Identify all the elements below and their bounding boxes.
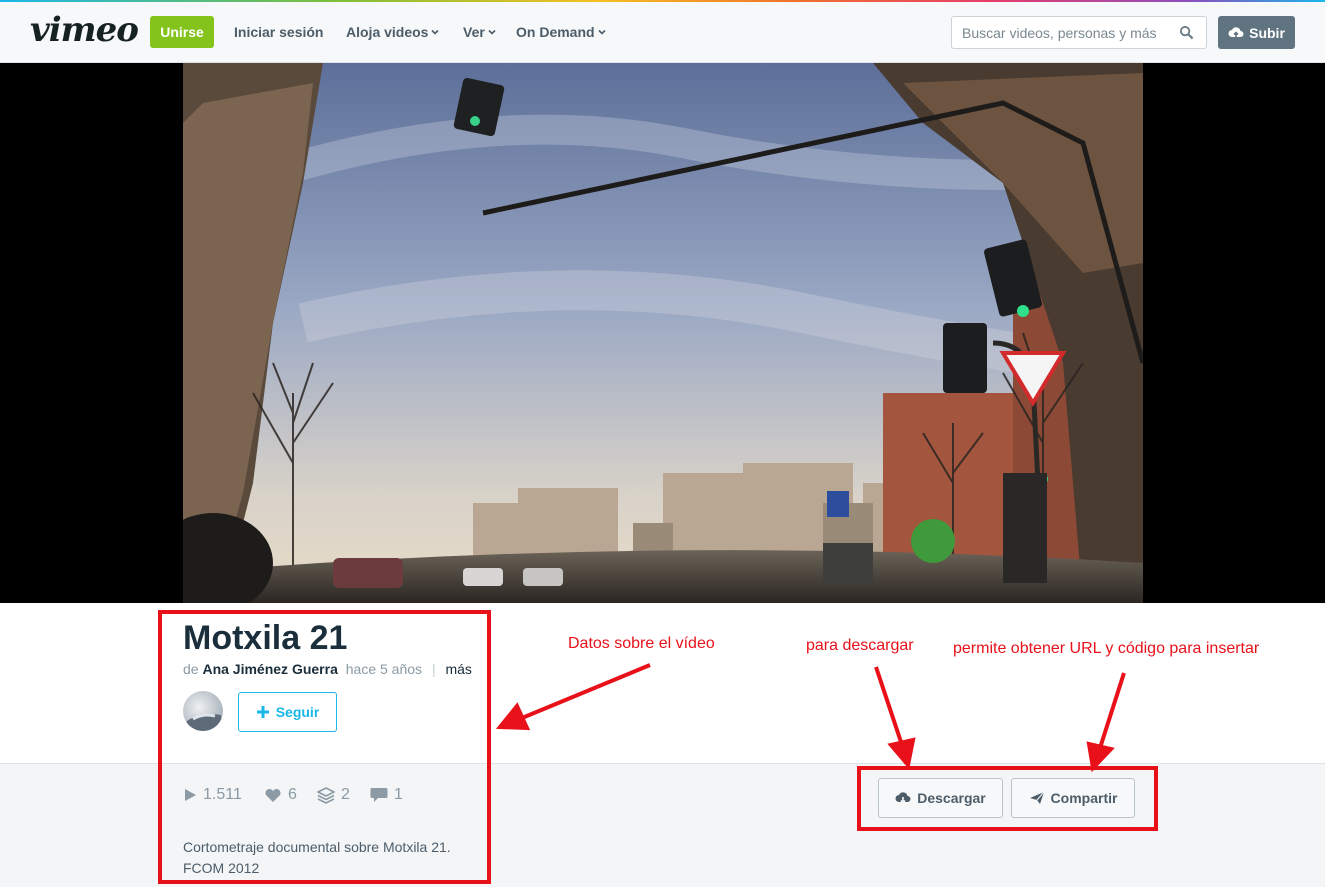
chevron-down-icon bbox=[598, 29, 606, 35]
nav-host-videos[interactable]: Aloja videos bbox=[346, 24, 440, 40]
top-navbar: vimeo Unirse Iniciar sesión Aloja videos… bbox=[0, 2, 1325, 63]
upload-button[interactable]: Subir bbox=[1218, 16, 1295, 49]
annotation-box-video-info bbox=[158, 610, 491, 884]
nav-host-videos-label: Aloja videos bbox=[346, 24, 429, 40]
search-icon[interactable] bbox=[1179, 25, 1194, 40]
chevron-down-icon bbox=[488, 29, 496, 35]
annotation-download-note: para descargar bbox=[806, 637, 914, 654]
chevron-down-icon bbox=[431, 29, 440, 35]
vimeo-logo[interactable]: vimeo bbox=[30, 10, 139, 50]
nav-on-demand[interactable]: On Demand bbox=[516, 24, 606, 40]
nav-watch-label: Ver bbox=[463, 24, 485, 40]
nav-on-demand-label: On Demand bbox=[516, 24, 595, 40]
login-label: Iniciar sesión bbox=[234, 24, 324, 40]
search-box bbox=[951, 16, 1207, 49]
annotation-info-note: Datos sobre el vídeo bbox=[568, 635, 715, 652]
login-link[interactable]: Iniciar sesión bbox=[234, 24, 323, 40]
upload-label: Subir bbox=[1249, 24, 1285, 41]
search-input[interactable] bbox=[952, 17, 1162, 48]
video-player[interactable] bbox=[0, 63, 1325, 603]
nav-watch[interactable]: Ver bbox=[463, 24, 496, 40]
join-button[interactable]: Unirse bbox=[150, 16, 214, 48]
cloud-upload-icon bbox=[1228, 26, 1244, 38]
annotation-share-note: permite obtener URL y código para insert… bbox=[953, 640, 1260, 657]
video-frame-street-scene[interactable] bbox=[183, 63, 1143, 603]
annotation-box-actions bbox=[857, 766, 1158, 831]
